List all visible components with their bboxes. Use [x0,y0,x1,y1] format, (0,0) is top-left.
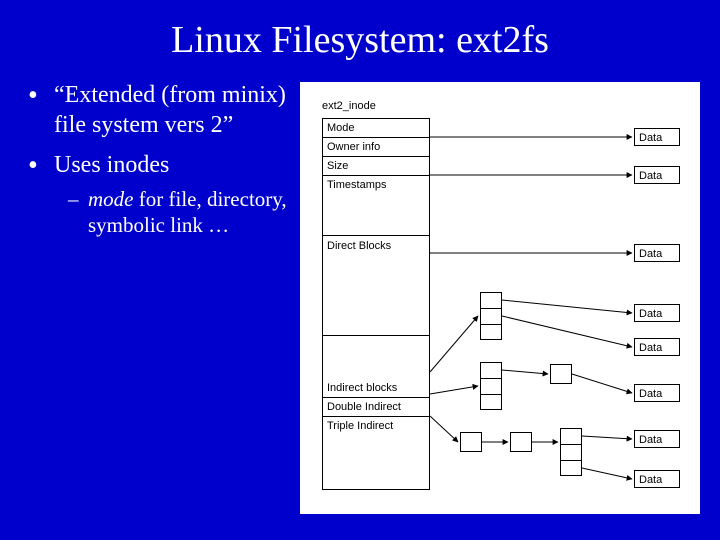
triple-l1-ptrbox [460,432,482,452]
data-block-1: Data [634,128,680,146]
field-owner: Owner info [323,138,429,157]
data-block-4: Data [634,304,680,322]
inode-box: Mode Owner info Size Timestamps Direct B… [322,118,430,490]
field-indirect: Indirect blocks [323,336,429,398]
bullet-1-text: “Extended (from minix) file system vers … [54,82,286,138]
field-timestamps: Timestamps [323,176,429,236]
bullet-content: “Extended (from minix) file system vers … [28,80,288,249]
data-block-6: Data [634,384,680,402]
subbullet-1: mode for file, directory, symbolic link … [68,186,288,239]
field-mode: Mode [323,119,429,138]
inode-title-label: ext2_inode [322,100,376,112]
field-triple: Triple Indirect [323,417,429,435]
triple-l3-ptrbox [560,428,582,476]
bullet-2: Uses inodes mode for file, directory, sy… [28,150,288,239]
double-l2-ptrbox [550,364,572,384]
data-block-5: Data [634,338,680,356]
field-size: Size [323,157,429,176]
slide: Linux Filesystem: ext2fs “Extended (from… [0,0,720,540]
data-block-7: Data [634,430,680,448]
triple-l2-ptrbox [510,432,532,452]
field-double: Double Indirect [323,398,429,417]
data-block-2: Data [634,166,680,184]
subbullet-1-em: mode [88,187,134,211]
data-block-8: Data [634,470,680,488]
slide-title: Linux Filesystem: ext2fs [0,18,720,62]
inode-diagram: ext2_inode Mode Owner info Size Timestam… [300,82,700,514]
indirect-ptrbox [480,292,502,340]
bullet-1: “Extended (from minix) file system vers … [28,80,288,140]
bullet-2-text: Uses inodes [54,152,169,178]
field-direct: Direct Blocks [323,236,429,336]
double-l1-ptrbox [480,362,502,410]
data-block-3: Data [634,244,680,262]
